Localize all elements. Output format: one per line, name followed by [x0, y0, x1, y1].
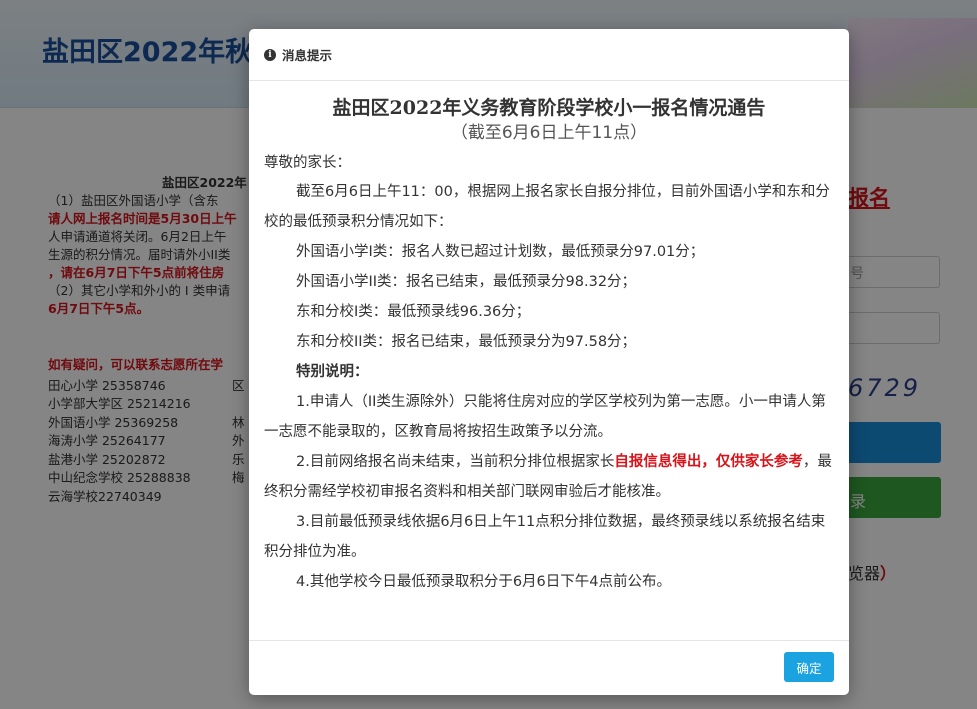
dialog-body: 盐田区2022年义务教育阶段学校小一报名情况通告 （截至6月6日上午11点） 尊…: [249, 81, 849, 641]
special-note-2: 2.目前网络报名尚未结束，当前积分排位根据家长自报信息得出，仅供家长参考，最终积…: [264, 447, 834, 507]
score-item: 外国语小学I类：报名人数已超过计划数，最低预录分97.01分；: [296, 244, 705, 260]
dialog-footer: 确定: [249, 640, 849, 695]
special-note-1: 1.申请人（II类生源除外）只能将住房对应的学区学校列为第一志愿。小一申请人第一…: [264, 394, 826, 440]
notice-subheading: （截至6月6日上午11点）: [450, 123, 648, 143]
score-item: 外国语小学II类：报名已结束，最低预录分98.32分；: [296, 274, 637, 290]
score-item: 东和分校II类：报名已结束，最低预录分为97.58分；: [296, 334, 637, 350]
info-icon: i: [264, 48, 276, 61]
special-note-2-highlight: 自报信息得出，仅供家长参考: [614, 454, 803, 470]
message-dialog: i 消息提示 盐田区2022年义务教育阶段学校小一报名情况通告 （截至6月6日上…: [249, 29, 849, 695]
confirm-button[interactable]: 确定: [784, 652, 834, 682]
intro-paragraph: 截至6月6日上午11：00，根据网上报名家长自报分排位，目前外国语小学和东和分校…: [264, 184, 830, 230]
dialog-title: 消息提示: [282, 48, 333, 63]
dialog-header: i 消息提示: [249, 29, 849, 81]
special-note-3: 3.目前最低预录线依据6月6日上午11点积分排位数据，最终预录线以系统报名结束积…: [264, 514, 826, 560]
special-note-2-text: 2.目前网络报名尚未结束，当前积分排位根据家长: [296, 454, 615, 470]
special-note-title: 特别说明：: [296, 364, 369, 380]
greeting: 尊敬的家长：: [264, 155, 351, 171]
special-note-4: 4.其他学校今日最低预录取积分于6月6日下午4点前公布。: [296, 574, 672, 590]
notice-heading: 盐田区2022年义务教育阶段学校小一报名情况通告: [332, 97, 766, 119]
score-item: 东和分校I类：最低预录线96.36分；: [296, 304, 531, 320]
